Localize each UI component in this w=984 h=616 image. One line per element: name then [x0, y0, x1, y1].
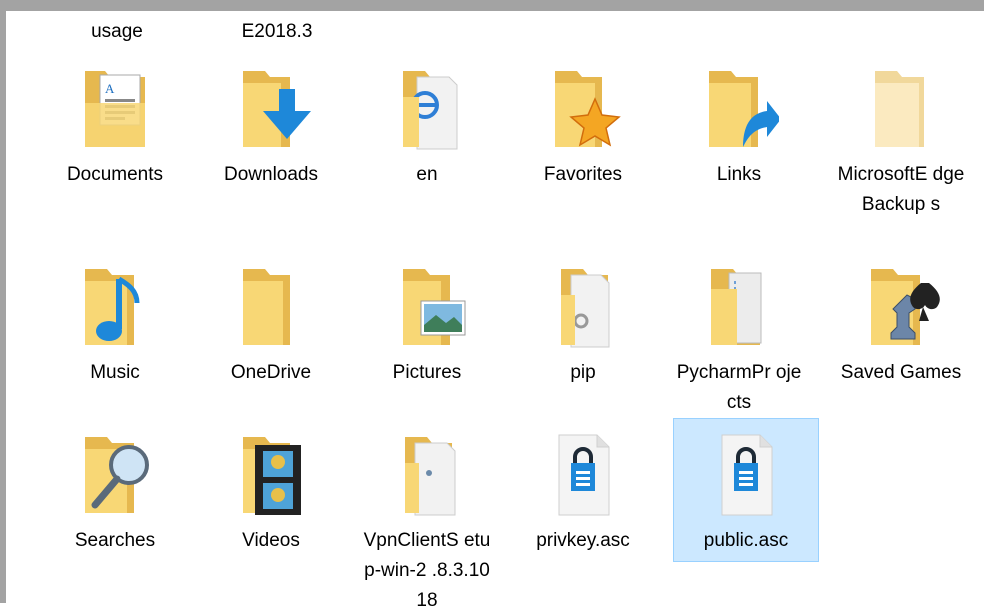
folder-saved-games-icon: [861, 261, 941, 351]
folder-page-icon: [387, 429, 467, 519]
lock-file-icon: [543, 429, 623, 519]
file-item-documents[interactable]: A Documents: [43, 63, 187, 190]
file-item-music[interactable]: Music: [43, 261, 187, 388]
folder-links-icon: [699, 63, 779, 153]
file-item-label: Documents: [66, 164, 164, 185]
file-item-label: privkey.asc: [536, 530, 630, 551]
folder-favorites-icon: [543, 63, 623, 153]
file-item-label: Videos: [242, 530, 300, 551]
file-item-label: pip: [570, 362, 596, 383]
folder-gear-page-icon: [543, 261, 623, 351]
file-item-label: Saved Games: [840, 362, 962, 383]
file-item-label: Favorites: [543, 164, 623, 185]
file-item-label: Downloads: [224, 164, 318, 185]
file-item-public-asc[interactable]: public.asc: [673, 418, 819, 562]
folder-pale-icon: [861, 63, 941, 153]
folder-pictures-icon: [387, 261, 467, 351]
file-item-pycharmprojects[interactable]: PycharmPr ojects: [667, 261, 811, 418]
file-item-searches[interactable]: Searches: [43, 429, 187, 556]
folder-ie-page-icon: [387, 63, 467, 153]
file-item-label: Music: [90, 362, 140, 383]
file-item-microsoftedgebackups[interactable]: MicrosoftE dgeBackup s: [829, 63, 973, 220]
file-item-privkey-asc[interactable]: privkey.asc: [511, 429, 655, 556]
file-item-label: Pictures: [392, 362, 462, 383]
file-item-label: PycharmPr ojects: [676, 362, 802, 413]
file-item-label: en: [416, 164, 438, 185]
folder-downloads-icon: [231, 63, 311, 153]
partial-item-label-e2018[interactable]: E2018.3: [202, 21, 352, 43]
file-item-pictures[interactable]: Pictures: [355, 261, 499, 388]
file-item-pip[interactable]: pip: [511, 261, 655, 388]
folder-documents-icon: A: [75, 63, 155, 153]
lock-file-icon: [706, 429, 786, 519]
file-item-label: Searches: [74, 530, 156, 551]
file-item-links[interactable]: Links: [667, 63, 811, 190]
file-item-videos[interactable]: Videos: [199, 429, 343, 556]
folder-icon: [231, 261, 311, 351]
file-item-label: Links: [716, 164, 762, 185]
partial-item-label-usage[interactable]: usage: [42, 21, 192, 43]
folder-pages-icon: [699, 261, 779, 351]
file-item-label: OneDrive: [230, 362, 312, 383]
file-item-vpnclientsetup[interactable]: VpnClientS etup-win-2 .8.3.1018: [355, 429, 499, 616]
folder-videos-icon: [231, 429, 311, 519]
file-item-label: public.asc: [703, 530, 789, 551]
svg-text:A: A: [105, 81, 115, 96]
file-view: usage E2018.3 A Documents Downloads en F…: [6, 11, 984, 611]
folder-music-icon: [75, 261, 155, 351]
folder-searches-icon: [75, 429, 155, 519]
file-item-label: MicrosoftE dgeBackup s: [837, 164, 965, 215]
file-item-favorites[interactable]: Favorites: [511, 63, 655, 190]
file-item-downloads[interactable]: Downloads: [199, 63, 343, 190]
file-item-en[interactable]: en: [355, 63, 499, 190]
file-item-saved-games[interactable]: Saved Games: [829, 261, 973, 388]
window-top-border: [0, 0, 984, 11]
file-item-onedrive[interactable]: OneDrive: [199, 261, 343, 388]
